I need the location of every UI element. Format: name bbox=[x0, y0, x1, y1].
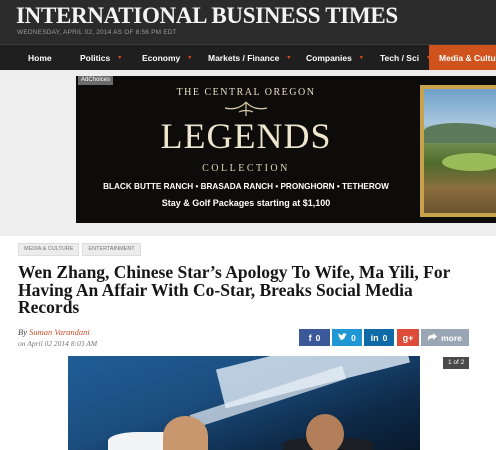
nav-item-label: Companies bbox=[306, 52, 352, 63]
nav-item-label: Markets / Finance bbox=[208, 52, 280, 63]
nav-item-label: Tech / Sci bbox=[380, 52, 420, 63]
nav-item-tech-sci[interactable]: Tech / Sci ▾ bbox=[380, 45, 430, 70]
adchoices-label[interactable]: AdChoices bbox=[78, 76, 114, 85]
main-nav: Home Politics ▾ Economy ▾ Markets / Fina… bbox=[0, 44, 496, 70]
chevron-down-icon: ▾ bbox=[359, 55, 363, 61]
googleplus-icon: g+ bbox=[402, 332, 414, 343]
publish-date: on April 02 2014 8:03 AM bbox=[18, 339, 98, 348]
googleplus-share-button[interactable]: g+ bbox=[397, 329, 419, 346]
nav-item-markets-finance[interactable]: Markets / Finance ▾ bbox=[208, 45, 306, 70]
facebook-share-button[interactable]: f 0 bbox=[299, 329, 330, 346]
nav-item-companies[interactable]: Companies ▾ bbox=[306, 45, 380, 70]
chevron-down-icon: ▾ bbox=[188, 55, 192, 61]
article-photo[interactable] bbox=[68, 356, 420, 450]
nav-item-economy[interactable]: Economy ▾ bbox=[142, 45, 208, 70]
ad-offer: Stay & Golf Packages starting at $1,100 bbox=[161, 198, 331, 208]
more-share-button[interactable]: more bbox=[421, 329, 469, 346]
tag-entertainment[interactable]: ENTERTAINMENT bbox=[82, 243, 141, 256]
site-logo[interactable]: INTERNATIONAL BUSINESS TIMES bbox=[16, 3, 398, 29]
chevron-down-icon: ▾ bbox=[118, 55, 122, 61]
linkedin-count: 0 bbox=[382, 332, 388, 343]
article-headline: Wen Zhang, Chinese Star’s Apology To Wif… bbox=[18, 262, 451, 317]
twitter-count: 0 bbox=[351, 332, 356, 343]
twitter-share-button[interactable]: 0 bbox=[332, 329, 362, 346]
ad-subline: COLLECTION bbox=[202, 163, 290, 174]
nav-item-label: Media & Culture bbox=[439, 52, 496, 63]
linkedin-icon: in bbox=[370, 332, 379, 343]
facebook-icon: f bbox=[308, 332, 312, 343]
nav-item-media-culture[interactable]: Media & Culture bbox=[429, 45, 496, 70]
byline: By Suman Varandani bbox=[18, 327, 90, 337]
share-arrow-icon bbox=[428, 332, 438, 343]
photo-counter: 1 of 2 bbox=[443, 357, 470, 369]
facebook-count: 0 bbox=[315, 332, 321, 343]
nav-item-label: Economy bbox=[142, 52, 181, 63]
ad-top-line: THE CENTRAL OREGON bbox=[176, 87, 316, 98]
author-link[interactable]: Suman Varandani bbox=[29, 327, 90, 337]
twitter-icon bbox=[338, 332, 348, 343]
article-tags: MEDIA & CULTURE ENTERTAINMENT bbox=[18, 243, 141, 256]
date-line: WEDNESDAY, APRIL 02, 2014 AS OF 8:56 PM … bbox=[17, 29, 177, 36]
chevron-down-icon: ▾ bbox=[287, 55, 291, 61]
ad-golf-photo bbox=[420, 85, 496, 217]
masthead: INTERNATIONAL BUSINESS TIMES WEDNESDAY, … bbox=[0, 0, 496, 44]
ad-headline: LEGENDS bbox=[160, 116, 332, 156]
linkedin-share-button[interactable]: in 0 bbox=[364, 329, 394, 346]
ad-banner[interactable]: THE CENTRAL OREGON LEGENDS COLLECTION BL… bbox=[76, 76, 496, 223]
nav-item-label: Politics bbox=[80, 52, 111, 63]
nav-item-home[interactable]: Home bbox=[0, 45, 80, 70]
more-label: more bbox=[441, 332, 462, 343]
byline-prefix: By bbox=[18, 327, 27, 337]
ad-ranches: BLACK BUTTE RANCH • BRASADA RANCH • PRON… bbox=[103, 182, 389, 191]
nav-item-label: Home bbox=[28, 52, 52, 63]
tag-media-culture[interactable]: MEDIA & CULTURE bbox=[18, 243, 80, 256]
nav-item-politics[interactable]: Politics ▾ bbox=[80, 45, 142, 70]
